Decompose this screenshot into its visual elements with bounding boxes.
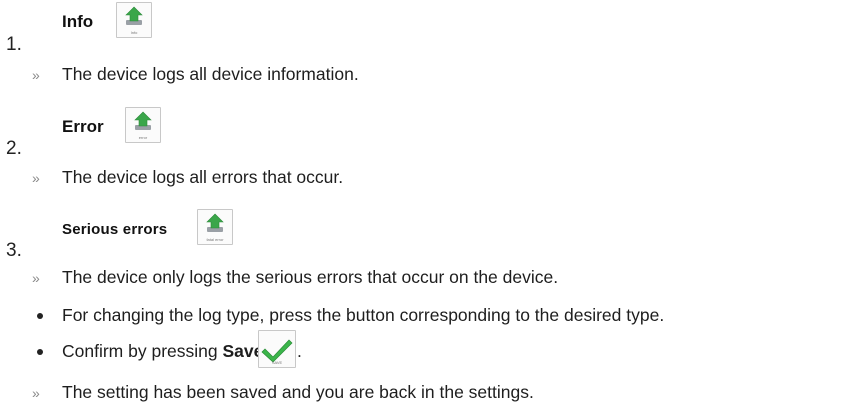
description-serious-errors: The device only logs the serious errors … bbox=[62, 267, 559, 287]
result-arrow-3: » bbox=[32, 270, 40, 286]
info-button-caption: Info bbox=[130, 30, 138, 35]
log-type-title-error: Error bbox=[62, 117, 104, 136]
confirm-prefix: Confirm by pressing bbox=[62, 341, 223, 361]
bullet-dot bbox=[37, 349, 43, 355]
confirm-suffix: . bbox=[297, 341, 302, 361]
instruction-confirm: Confirm by pressing Save bbox=[62, 341, 263, 362]
error-log-button[interactable]: error bbox=[125, 107, 161, 143]
step-number-3: 3. bbox=[6, 240, 22, 261]
step-number-2: 2. bbox=[6, 138, 22, 159]
error-button-caption: error bbox=[138, 135, 148, 140]
bullet-dot bbox=[37, 313, 43, 319]
log-type-title-info: Info bbox=[62, 12, 94, 31]
instruction-change-log-type: For changing the log type, press the but… bbox=[62, 305, 665, 325]
result-arrow-1: » bbox=[32, 67, 40, 83]
info-log-button[interactable]: Info bbox=[116, 2, 152, 38]
step-number-1: 1. bbox=[6, 34, 22, 55]
description-info: The device logs all device information. bbox=[62, 64, 359, 84]
serious-errors-log-button[interactable]: fatal error bbox=[197, 209, 233, 245]
save-button-caption: SAVE bbox=[271, 360, 283, 365]
serious-errors-button-caption: fatal error bbox=[206, 237, 224, 242]
description-error: The device logs all errors that occur. bbox=[62, 167, 344, 187]
log-type-title-serious-errors: Serious errors bbox=[62, 221, 168, 238]
save-button[interactable]: SAVE bbox=[258, 330, 296, 368]
result-arrow-2: » bbox=[32, 170, 40, 186]
result-arrow-4: » bbox=[32, 385, 40, 401]
result-saved-text: The setting has been saved and you are b… bbox=[62, 382, 534, 402]
